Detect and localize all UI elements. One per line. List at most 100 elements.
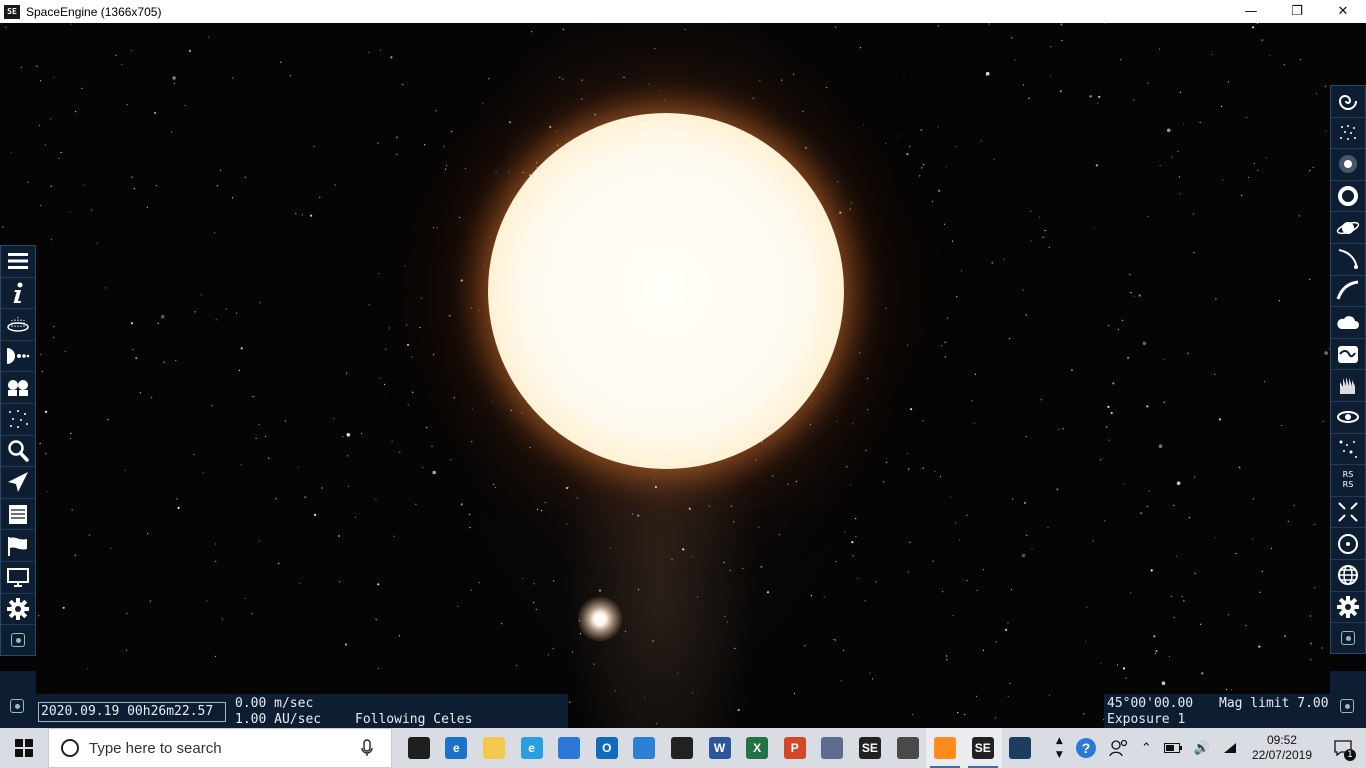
minimize-button[interactable]: — [1228, 0, 1274, 23]
menu-icon [8, 253, 28, 270]
tray-scroll-button[interactable]: ▲ ▼ [1050, 728, 1069, 768]
background-star [379, 377, 381, 379]
taskbar-steam-button[interactable] [1002, 728, 1040, 768]
taskbar-mail-button[interactable] [663, 728, 701, 768]
people-button[interactable] [1103, 728, 1135, 768]
bottom-left-lock-button[interactable] [0, 691, 34, 721]
right-screenshot-button[interactable] [1331, 623, 1365, 653]
center-button[interactable] [1331, 528, 1365, 560]
background-star [450, 459, 452, 461]
taskbar-excel-button[interactable]: X [738, 728, 776, 768]
grid-button[interactable] [1331, 560, 1365, 592]
aurora-filter-button[interactable] [1331, 370, 1365, 402]
system-clock[interactable]: 09:52 22/07/2019 [1244, 733, 1320, 763]
spaceengine-app-icon: SE [4, 4, 20, 19]
star-field-button[interactable] [1, 404, 35, 436]
space-viewport[interactable] [0, 23, 1366, 728]
taskbar-game-button[interactable] [889, 728, 927, 768]
planets-filter-button[interactable] [1331, 212, 1365, 244]
maximize-button[interactable]: ❐ [1274, 0, 1320, 23]
background-star [1227, 81, 1229, 83]
taskbar-powerpoint-button[interactable]: P [776, 728, 814, 768]
taskbar-store-button[interactable] [550, 728, 588, 768]
flag-button[interactable] [1, 530, 35, 562]
background-star [1325, 130, 1327, 132]
ship-button[interactable] [1, 467, 35, 499]
right-settings-button[interactable] [1331, 592, 1365, 624]
background-star [971, 400, 973, 402]
stars-filter-button[interactable] [1331, 434, 1365, 466]
background-star [1259, 591, 1261, 593]
expand-icon [1338, 502, 1358, 522]
clusters-filter-button[interactable] [1331, 118, 1365, 150]
show-hidden-icons-button[interactable]: ⌃ [1135, 728, 1158, 768]
start-button[interactable] [0, 728, 48, 768]
volume-button[interactable]: 🔊 [1188, 728, 1216, 768]
clouds-filter-button[interactable] [1331, 307, 1365, 339]
rs-filter-button[interactable]: RS RS [1331, 465, 1365, 497]
background-star [1283, 64, 1285, 66]
background-star [310, 214, 313, 217]
close-button[interactable]: ✕ [1320, 0, 1366, 23]
galaxies-filter-button[interactable] [1331, 86, 1365, 118]
solar-system-button[interactable] [1, 341, 35, 373]
help-button[interactable]: ? [1069, 728, 1103, 768]
bottom-right-lock-button[interactable] [1330, 691, 1364, 721]
water-filter-button[interactable] [1331, 339, 1365, 371]
comets-filter-button[interactable] [1331, 244, 1365, 276]
background-star [859, 47, 862, 49]
taskbar-spaceengine-alt-button[interactable]: SE [851, 728, 889, 768]
orbits-filter-button[interactable] [1331, 276, 1365, 308]
planetarium-button[interactable] [1, 309, 35, 341]
sun-star[interactable] [488, 113, 844, 469]
taskbar-spaceengine-button[interactable]: SE [963, 728, 1002, 768]
game-icon [896, 737, 919, 759]
info-button[interactable] [1, 278, 35, 310]
settings-button[interactable] [1, 594, 35, 626]
taskbar-visual-studio-button[interactable] [626, 728, 664, 768]
background-star [1161, 681, 1166, 685]
word-icon: W [708, 737, 731, 759]
background-star [1120, 59, 1122, 61]
battery-button[interactable] [1158, 728, 1188, 768]
nebulae-filter-button[interactable] [1331, 149, 1365, 181]
taskbar-discord-button[interactable] [926, 728, 964, 768]
background-star [533, 583, 535, 585]
background-star [733, 521, 735, 523]
taskbar-task-view-button[interactable] [400, 728, 438, 768]
background-star [81, 87, 83, 89]
background-star [939, 476, 942, 478]
menu-button[interactable] [1, 246, 35, 278]
microphone-icon[interactable] [355, 739, 379, 757]
background-star [1231, 689, 1233, 691]
background-star [105, 287, 107, 289]
background-star [1127, 356, 1130, 359]
atmosphere-filter-button[interactable] [1331, 402, 1365, 434]
fullscreen-button[interactable] [1331, 497, 1365, 529]
background-star [1058, 428, 1060, 430]
background-star [950, 496, 952, 498]
planetary-nebulae-filter-button[interactable] [1331, 181, 1365, 213]
companion-star[interactable] [578, 597, 622, 641]
background-star [1142, 341, 1147, 346]
taskbar-file-explorer-button[interactable] [475, 728, 513, 768]
taskbar-outlook-button[interactable]: O [588, 728, 626, 768]
background-star [804, 146, 808, 149]
taskbar-word-button[interactable]: W [701, 728, 739, 768]
background-star [407, 404, 409, 406]
taskbar-edge-button[interactable]: e [438, 728, 476, 768]
background-star [27, 181, 29, 183]
background-star [1023, 501, 1026, 504]
taskbar-internet-explorer-button[interactable]: e [513, 728, 551, 768]
journal-button[interactable] [1, 499, 35, 531]
taskbar-celestia-button[interactable] [814, 728, 852, 768]
action-center-button[interactable]: 1 [1320, 728, 1366, 768]
search-button[interactable] [1, 436, 35, 468]
display-button[interactable] [1, 562, 35, 594]
star-browser-button[interactable] [1, 372, 35, 404]
date-time-field[interactable]: 2020.09.19 00h26m22.57 [38, 702, 226, 722]
screenshot-button[interactable] [1, 625, 35, 655]
taskbar-search-box[interactable]: Type here to search [48, 728, 392, 768]
network-button[interactable] [1216, 728, 1244, 768]
camera-panel: 45°00'00.00 Exposure 1 Mag limit 7.00 [1104, 694, 1330, 728]
